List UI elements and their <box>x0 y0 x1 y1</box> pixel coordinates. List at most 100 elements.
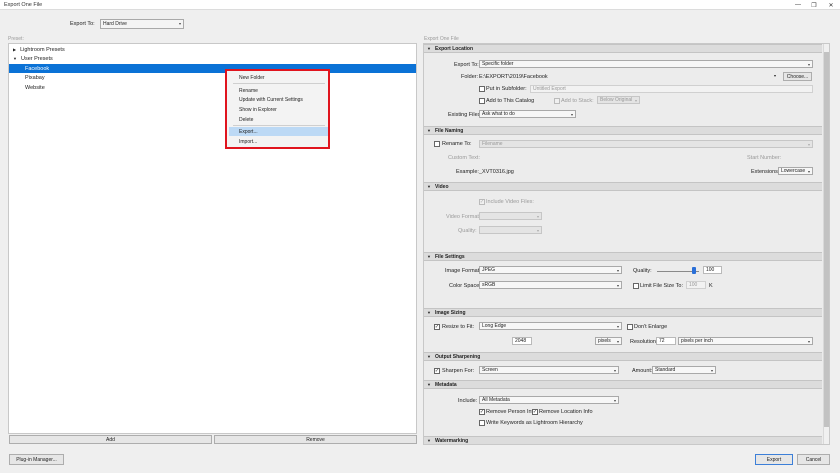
include-video-checkbox[interactable]: ✓ <box>479 199 485 205</box>
section-expand-icon: ▼ <box>427 184 431 189</box>
example-filename: _XVT0316.jpg <box>479 169 514 175</box>
resolution-unit-dropdown[interactable]: pixels per inch ▾ <box>678 337 813 345</box>
color-space-dropdown[interactable]: sRGB ▾ <box>479 281 622 289</box>
sharpen-for-dropdown[interactable]: Screen ▾ <box>479 366 619 374</box>
menu-item-delete[interactable]: Delete <box>229 115 328 124</box>
menu-item-import[interactable]: Import... <box>229 137 328 146</box>
export-location-dropdown[interactable]: Specific folder ▾ <box>479 60 813 68</box>
collapse-arrow-icon[interactable]: ▼ <box>13 56 17 61</box>
include-video-label: Include Video Files: <box>486 199 534 205</box>
section-watermarking[interactable]: ▼ Watermarking <box>424 436 822 444</box>
dropdown-value: pixels <box>598 338 611 344</box>
amount-label: Amount: <box>632 368 653 374</box>
title-bar <box>0 0 840 10</box>
example-label: Example: <box>456 169 479 175</box>
dropdown-value: Specific folder <box>482 61 514 67</box>
menu-item-export[interactable]: Export... <box>229 127 328 136</box>
rename-to-checkbox[interactable] <box>434 141 440 147</box>
resize-mode-dropdown[interactable]: Long Edge ▾ <box>479 322 622 330</box>
menu-separator <box>233 125 325 126</box>
add-to-catalog-checkbox[interactable] <box>479 98 485 104</box>
section-title: Image Sizing <box>434 309 466 316</box>
section-expand-icon: ▼ <box>427 46 431 51</box>
section-expand-icon: ▼ <box>427 128 431 133</box>
quality-input[interactable]: 100 <box>703 266 722 274</box>
window-title: Export One File <box>4 2 43 8</box>
video-format-dropdown[interactable]: ▾ <box>479 212 542 220</box>
minimize-button[interactable]: — <box>790 0 806 10</box>
tree-item-pixabay[interactable]: Pixabay <box>9 73 416 82</box>
cancel-button[interactable]: Cancel <box>797 454 830 465</box>
section-output-sharpening[interactable]: ▼ Output Sharpening <box>424 352 822 361</box>
maximize-button[interactable]: ❐ <box>806 0 822 10</box>
chevron-down-icon: ▾ <box>536 228 539 233</box>
export-settings-panel[interactable]: ▼ Export Location Export To: Specific fo… <box>423 43 830 445</box>
close-button[interactable]: ✕ <box>823 0 839 10</box>
tree-item-label: Website <box>25 84 45 91</box>
extensions-dropdown[interactable]: Lowercase ▾ <box>778 167 813 175</box>
subfolder-input[interactable]: Untitled Export <box>530 85 813 93</box>
export-to-dropdown[interactable]: Hard Drive ▾ <box>100 19 184 29</box>
section-file-settings[interactable]: ▼ File Settings <box>424 252 822 261</box>
menu-item-update-with-current-settings[interactable]: Update with Current Settings <box>229 95 328 104</box>
section-expand-icon: ▼ <box>427 254 431 259</box>
menu-item-rename[interactable]: Rename <box>229 86 328 95</box>
export-button[interactable]: Export <box>755 454 793 465</box>
image-format-dropdown[interactable]: JPEG ▾ <box>479 266 622 274</box>
remove-person-info-checkbox[interactable]: ✓ <box>479 409 485 415</box>
long-edge-size-input[interactable]: 2048 <box>512 337 532 345</box>
chevron-down-icon: ▾ <box>536 214 539 219</box>
add-to-stack-checkbox[interactable] <box>554 98 560 104</box>
remove-location-info-checkbox[interactable]: ✓ <box>532 409 538 415</box>
limit-file-size-input[interactable]: 100 <box>686 281 706 289</box>
write-keywords-label: Write Keywords as Lightroom Hierarchy <box>486 420 583 426</box>
video-quality-dropdown[interactable]: ▾ <box>479 226 542 234</box>
resize-to-fit-checkbox[interactable]: ✓ <box>434 324 440 330</box>
tree-item-website[interactable]: Website <box>9 83 416 92</box>
menu-item-show-in-explorer[interactable]: Show in Explorer <box>229 105 328 114</box>
dropdown-value: Standard <box>655 367 676 373</box>
tree-item-user-presets[interactable]: ▼ User Presets <box>9 54 416 63</box>
metadata-include-dropdown[interactable]: All Metadata ▾ <box>479 396 619 404</box>
rename-template-dropdown[interactable]: Filename ▾ <box>479 140 813 148</box>
dont-enlarge-checkbox[interactable] <box>627 324 633 330</box>
export-to-location-label: Export To: <box>454 62 479 68</box>
section-export-location[interactable]: ▼ Export Location <box>424 44 822 53</box>
remove-preset-button[interactable]: Remove <box>214 435 417 444</box>
section-image-sizing[interactable]: ▼ Image Sizing <box>424 308 822 317</box>
resolution-input[interactable]: 72 <box>656 337 676 345</box>
section-title: Output Sharpening <box>434 353 481 360</box>
section-expand-icon: ▼ <box>427 310 431 315</box>
section-video[interactable]: ▼ Video <box>424 182 822 191</box>
quality-slider-thumb[interactable] <box>692 267 696 274</box>
size-unit-dropdown[interactable]: pixels ▾ <box>595 337 622 345</box>
amount-dropdown[interactable]: Standard ▾ <box>652 366 716 374</box>
section-metadata[interactable]: ▼ Metadata <box>424 380 822 389</box>
put-in-subfolder-checkbox[interactable] <box>479 86 485 92</box>
custom-text-label: Custom Text: <box>448 155 480 161</box>
folder-history-dropdown-icon[interactable]: ▾ <box>774 73 776 78</box>
tree-item-facebook[interactable]: Facebook <box>9 64 416 73</box>
video-quality-label: Quality: <box>458 228 477 234</box>
settings-scrollbar-thumb[interactable] <box>824 52 829 427</box>
section-title: File Naming <box>434 127 464 134</box>
quality-label: Quality: <box>633 268 652 274</box>
sharpen-for-checkbox[interactable]: ✓ <box>434 368 440 374</box>
chevron-down-icon: ▾ <box>613 368 616 373</box>
section-title: File Settings <box>434 253 465 260</box>
add-preset-button[interactable]: Add <box>9 435 212 444</box>
menu-item-new-folder[interactable]: New Folder <box>229 73 328 82</box>
stack-position-dropdown[interactable]: Below Original ▾ <box>597 96 640 104</box>
chevron-down-icon: ▾ <box>807 169 810 174</box>
chevron-down-icon: ▾ <box>616 283 619 288</box>
expand-arrow-icon[interactable]: ▶ <box>13 47 16 52</box>
preset-list[interactable]: ▶ Lightroom Presets ▼ User Presets Faceb… <box>8 43 417 434</box>
limit-file-size-checkbox[interactable] <box>633 283 639 289</box>
section-file-naming[interactable]: ▼ File Naming <box>424 126 822 135</box>
choose-folder-button[interactable]: Choose... <box>783 72 812 81</box>
export-to-value: Hard Drive <box>103 21 127 27</box>
plugin-manager-button[interactable]: Plug-in Manager... <box>9 454 64 465</box>
tree-item-lightroom-presets[interactable]: ▶ Lightroom Presets <box>9 45 416 54</box>
existing-files-dropdown[interactable]: Ask what to do ▾ <box>479 110 576 118</box>
write-keywords-checkbox[interactable] <box>479 420 485 426</box>
